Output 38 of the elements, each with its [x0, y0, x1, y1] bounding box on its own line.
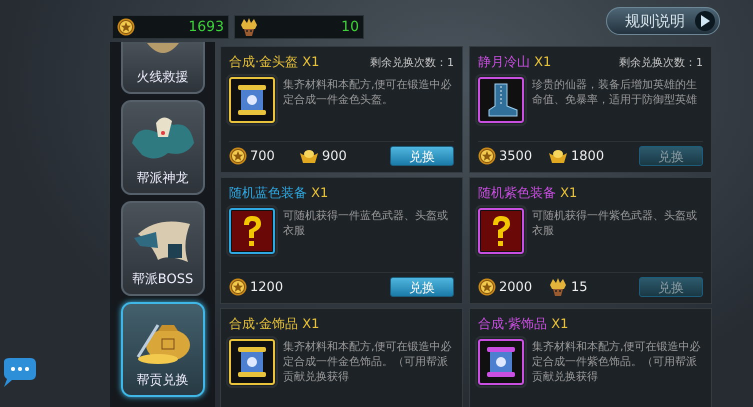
- item-title: 合成·金头盔 X1: [229, 54, 320, 71]
- sidebar-item[interactable]: 火线救援: [120, 42, 204, 94]
- cost-amount: 15: [571, 280, 588, 294]
- ingot-icon: [299, 148, 319, 164]
- coin-icon: [478, 278, 496, 296]
- rules-button[interactable]: 规则说明: [606, 7, 720, 35]
- cost-amount: 3500: [499, 148, 532, 164]
- coin-icon: [229, 147, 247, 165]
- helmet-badge-icon: [548, 277, 568, 297]
- item-title: 随机紫色装备 X1: [478, 185, 578, 202]
- helmet-badge-icon: [239, 17, 259, 37]
- cost-amount: 700: [250, 148, 275, 164]
- item-description: 可随机获得一件蓝色武器、头盔或衣服: [283, 208, 449, 239]
- item-description: 可随机获得一件紫色武器、头盔或衣服: [532, 208, 698, 239]
- item-description: 集齐材料和本配方,便可在锻造中必定合成一件金色饰品。（可用帮派贡献兑换获得: [283, 339, 452, 385]
- cost-amount: 2000: [499, 280, 532, 294]
- coin-icon: [478, 147, 496, 165]
- item-title: 静月冷山 X1: [478, 54, 552, 71]
- sidebar-item[interactable]: 帮派神龙: [120, 100, 204, 195]
- sidebar-item[interactable]: 帮贡兑换: [120, 302, 204, 397]
- play-icon: [700, 15, 710, 27]
- cost-amount: 900: [322, 148, 347, 164]
- cost-amount: 1800: [571, 148, 604, 164]
- coin-icon: [229, 278, 247, 296]
- sidebar-item[interactable]: 帮派BOSS: [120, 201, 204, 296]
- item-title: 合成·紫饰品 X1: [478, 316, 568, 333]
- item-description: 集齐材料和本配方,便可在锻造中必定合成一件紫色饰品。（可用帮派贡献兑换获得: [532, 339, 702, 385]
- remaining-count: 剩余兑换次数：1: [619, 55, 703, 70]
- item-description: 集齐材料和本配方,便可在锻造中必定合成一件金色头盔。: [283, 77, 452, 108]
- cost-amount: 1200: [250, 280, 284, 294]
- currency-amount: 1693: [188, 19, 224, 35]
- item-title: 合成·金饰品 X1: [229, 316, 320, 333]
- currency-amount: 10: [341, 19, 359, 35]
- remaining-count: 剩余兑换次数：1: [370, 55, 454, 70]
- coin-icon: [117, 18, 135, 36]
- item-description: 珍贵的仙器，装备后增加英雄的生命值、免暴率，适用于防御型英雄: [532, 77, 698, 108]
- ingot-icon: [548, 148, 568, 164]
- item-title: 随机蓝色装备 X1: [229, 185, 328, 202]
